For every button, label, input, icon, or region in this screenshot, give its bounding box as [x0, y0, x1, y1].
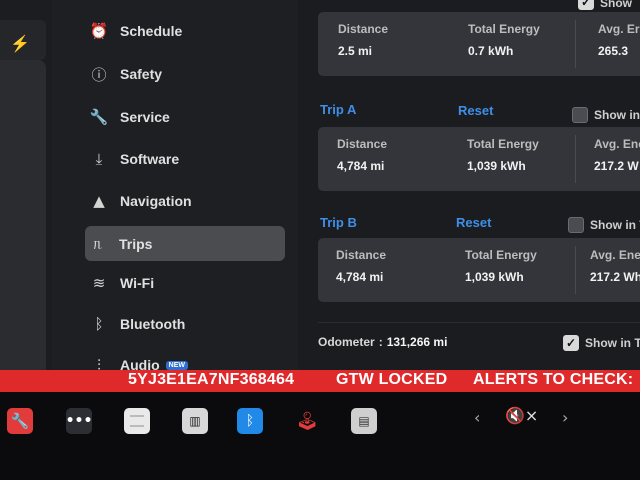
- service-wrench-button[interactable]: 🔧: [7, 408, 33, 434]
- new-badge: NEW: [165, 360, 188, 370]
- bluetooth-app-button[interactable]: ᛒ: [237, 408, 263, 434]
- distance-label: Distance: [336, 248, 387, 262]
- odometer-separator: :: [378, 335, 383, 349]
- more-dots-icon: •••: [65, 413, 93, 429]
- energy-value: 1,039 kWh: [465, 270, 524, 284]
- lightning-icon: ⚡: [10, 36, 30, 53]
- navigation-arrow-icon: ▲: [93, 192, 105, 210]
- alert-banner: 5YJ3E1EA7NF368464 GTW LOCKED ALERTS TO C…: [0, 370, 640, 392]
- volume-down-chevron-icon[interactable]: ‹: [474, 408, 480, 427]
- bluetooth-icon: ᛒ: [245, 413, 255, 429]
- trip-a-show-label: Show in: [594, 108, 640, 122]
- trip-b-card: Distance 4,784 mi Total Energy 1,039 kWh A…: [318, 238, 640, 302]
- toybox-button[interactable]: 🕹: [294, 408, 320, 434]
- alert-circle-icon: ⓘ: [91, 65, 107, 84]
- alerts-text: ALERTS TO CHECK:: [473, 371, 634, 388]
- energy-label: Total Energy: [468, 22, 540, 36]
- since-charge-show-checkbox[interactable]: ✓: [578, 0, 594, 10]
- clock-icon: ⏰: [89, 22, 109, 40]
- menu-item-label: Safety: [120, 66, 163, 82]
- menu-item-label: Wi-Fi: [120, 275, 155, 291]
- trip-b-show-checkbox[interactable]: [568, 217, 584, 233]
- menu-item-wifi[interactable]: ≋ Wi-Fi: [86, 266, 284, 300]
- menu-item-trips[interactable]: ᥰ Trips: [85, 226, 285, 261]
- avg-value: 265.3: [598, 44, 629, 58]
- trips-panel: ✓ Show Distance 2.5 mi Total Energy 0.7 kW…: [298, 0, 640, 372]
- calendar-app-button[interactable]: ▥: [182, 408, 208, 434]
- menu-item-service[interactable]: 🔧 Service: [86, 100, 284, 134]
- joystick-icon: 🕹: [295, 410, 319, 432]
- settings-menu: ⏰ Schedule ⓘ Safety 🔧 Service ⤓ Software…: [52, 0, 298, 374]
- menu-item-navigation[interactable]: ▲ Navigation: [86, 184, 284, 218]
- vin-text: 5YJ3E1EA7NF368464: [128, 371, 295, 388]
- divider: [575, 135, 576, 183]
- trip-b-title: Trip B: [320, 215, 357, 230]
- trip-b-show-label: Show in T: [590, 218, 640, 232]
- notes-icon: [130, 415, 144, 427]
- menu-item-label: Schedule: [120, 23, 183, 39]
- calendar-icon: ▥: [189, 414, 201, 428]
- distance-label: Distance: [338, 22, 389, 36]
- notes-app-button[interactable]: [124, 408, 150, 434]
- menu-item-software[interactable]: ⤓ Software: [86, 142, 284, 176]
- divider: [575, 20, 576, 68]
- volume-up-chevron-icon[interactable]: ›: [562, 408, 568, 427]
- energy-label: Total Energy: [467, 137, 539, 151]
- distance-label: Distance: [337, 137, 388, 151]
- avg-label: Avg. Ene: [594, 137, 640, 151]
- menu-item-label: Bluetooth: [120, 316, 186, 332]
- trip-b-reset-button[interactable]: Reset: [456, 215, 491, 230]
- media-app-button[interactable]: ▤: [351, 408, 377, 434]
- wrench-icon: 🔧: [89, 108, 109, 126]
- gtw-locked-text: GTW LOCKED: [336, 371, 448, 388]
- more-apps-button[interactable]: •••: [66, 408, 92, 434]
- mute-speaker-icon[interactable]: 🔇×: [505, 406, 538, 425]
- menu-item-label: Trips: [119, 235, 153, 252]
- odometer-value: 131,266 mi: [386, 335, 448, 349]
- divider: [318, 322, 640, 323]
- distance-value: 4,784 mi: [337, 159, 385, 173]
- odometer: Odometer:131,266 mi: [318, 335, 447, 349]
- menu-item-bluetooth[interactable]: ᛒ Bluetooth: [86, 307, 284, 341]
- wifi-icon: ≋: [92, 274, 106, 292]
- since-charge-show-label: Show: [600, 0, 632, 10]
- trips-icon: ᥰ: [93, 234, 103, 253]
- wrench-icon: 🔧: [10, 412, 30, 430]
- taskbar: 🔧 ••• ▥ ᛒ 🕹 ▤ ‹ 🔇× ›: [0, 392, 640, 480]
- menu-item-label: Software: [120, 151, 180, 167]
- trip-a-show-checkbox[interactable]: [572, 107, 588, 123]
- menu-item-safety[interactable]: ⓘ Safety: [86, 57, 284, 91]
- trip-a-card: Distance 4,784 mi Total Energy 1,039 kWh A…: [318, 127, 640, 191]
- avg-label: Avg. Er: [598, 22, 640, 36]
- distance-value: 4,784 mi: [336, 270, 384, 284]
- odometer-show-checkbox[interactable]: ✓: [563, 335, 579, 351]
- menu-item-label: Navigation: [120, 193, 192, 209]
- distance-value: 2.5 mi: [338, 44, 373, 58]
- bluetooth-icon: ᛒ: [94, 315, 104, 333]
- odometer-show-label: Show in Tr: [585, 336, 640, 350]
- avg-value: 217.2 Wh: [590, 270, 640, 284]
- trip-a-title: Trip A: [320, 102, 357, 117]
- divider: [575, 246, 576, 294]
- since-charge-card: Distance 2.5 mi Total Energy 0.7 kWh Avg. …: [318, 12, 640, 76]
- download-icon: ⤓: [95, 150, 103, 168]
- avg-value: 217.2 W: [594, 159, 639, 173]
- trip-a-reset-button[interactable]: Reset: [458, 103, 493, 118]
- media-icon: ▤: [358, 414, 370, 428]
- left-panel: [0, 60, 46, 370]
- avg-label: Avg. Ene: [590, 248, 640, 262]
- menu-item-schedule[interactable]: ⏰ Schedule: [86, 14, 284, 48]
- menu-item-label: Service: [120, 109, 170, 125]
- energy-value: 1,039 kWh: [467, 159, 526, 173]
- energy-label: Total Energy: [465, 248, 537, 262]
- odometer-label: Odometer: [318, 335, 375, 349]
- energy-value: 0.7 kWh: [468, 44, 514, 58]
- left-panel-strip: ⚡: [0, 0, 52, 370]
